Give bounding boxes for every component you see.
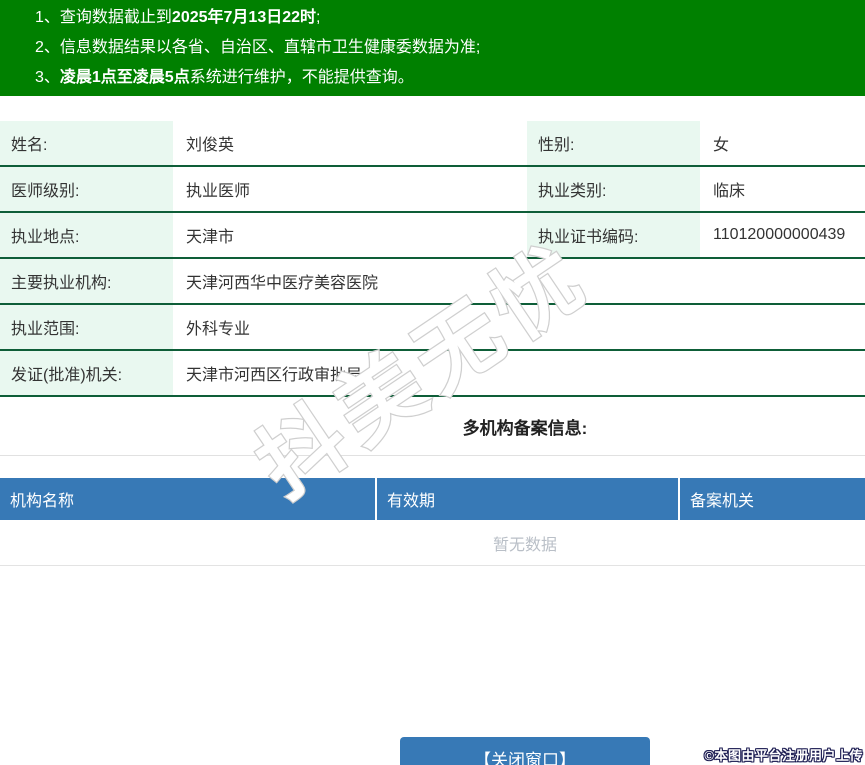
- location-value: 天津市: [186, 229, 235, 246]
- authority-label: 发证(批准)机关:: [0, 351, 173, 395]
- notice-1-text: 查询数据截止到: [59, 9, 172, 26]
- notice-3-num: 3、: [35, 69, 60, 86]
- close-window-button[interactable]: 【关闭窗口】: [400, 737, 650, 765]
- platform-stamp: ©本图由平台注册用户上传: [704, 748, 863, 763]
- table-row-level-category: 医师级别: 执业医师 执业类别: 临床: [0, 167, 865, 213]
- gender-value: 女: [713, 137, 730, 154]
- authority-value: 天津市河西区行政审批局: [186, 367, 363, 384]
- query-result-page: 1、查询数据截止到2025年7月13日22时; 2、信息数据结果以各省、自治区、…: [0, 0, 865, 765]
- cert-no-label: 执业证书编码:: [527, 213, 700, 257]
- scope-label: 执业范围:: [0, 305, 173, 349]
- table-row-name-gender: 姓名: 刘俊英 性别: 女: [0, 121, 865, 167]
- column-header-validity: 有效期: [375, 478, 678, 520]
- multi-org-heading: 多机构备案信息:: [0, 397, 865, 456]
- name-value: 刘俊英: [186, 137, 235, 154]
- gender-label: 性别:: [527, 121, 700, 165]
- notice-line-1: 1、查询数据截止到2025年7月13日22时;: [35, 3, 865, 33]
- notice-banner: 1、查询数据截止到2025年7月13日22时; 2、信息数据结果以各省、自治区、…: [0, 0, 865, 96]
- cert-no-value: 110120000000439: [713, 226, 846, 243]
- notice-1-num: 1、: [35, 9, 60, 26]
- notice-3-text: 系统进行维护，不能提供查询。: [189, 69, 414, 86]
- notice-3-bold: 凌晨1点至凌晨5点: [59, 69, 190, 86]
- notice-line-2: 2、信息数据结果以各省、自治区、直辖市卫生健康委数据为准;: [35, 33, 865, 63]
- notice-1-end: ;: [316, 9, 321, 26]
- notice-2-num: 2、: [35, 39, 60, 56]
- category-value: 临床: [713, 183, 746, 200]
- category-label: 执业类别:: [527, 167, 700, 211]
- level-label: 医师级别:: [0, 167, 173, 211]
- main-org-label: 主要执业机构:: [0, 259, 173, 303]
- table-row-location-certno: 执业地点: 天津市 执业证书编码: 110120000000439: [0, 213, 865, 259]
- practitioner-info-table: 姓名: 刘俊英 性别: 女 医师级别: 执业医师 执业类别: 临床 执业地点: …: [0, 121, 865, 397]
- multi-org-table-header: 机构名称 有效期 备案机关: [0, 478, 865, 520]
- location-label: 执业地点:: [0, 213, 173, 257]
- scope-value: 外科专业: [186, 321, 251, 338]
- name-label: 姓名:: [0, 121, 173, 165]
- notice-line-3: 3、凌晨1点至凌晨5点系统进行维护，不能提供查询。: [35, 63, 865, 93]
- multi-org-table: 机构名称 有效期 备案机关 暂无数据: [0, 478, 865, 566]
- column-header-filing-authority: 备案机关: [678, 478, 865, 520]
- table-row-main-org: 主要执业机构: 天津河西华中医疗美容医院: [0, 259, 865, 305]
- table-row-scope: 执业范围: 外科专业: [0, 305, 865, 351]
- notice-1-bold: 2025年7月13日22时: [171, 9, 317, 26]
- column-header-org-name: 机构名称: [10, 493, 75, 510]
- level-value: 执业医师: [186, 183, 251, 200]
- empty-data-placeholder: 暂无数据: [0, 520, 865, 566]
- table-row-authority: 发证(批准)机关: 天津市河西区行政审批局: [0, 351, 865, 397]
- main-org-value: 天津河西华中医疗美容医院: [186, 275, 379, 292]
- page-container: 1、查询数据截止到2025年7月13日22时; 2、信息数据结果以各省、自治区、…: [0, 0, 865, 566]
- notice-2-text: 信息数据结果以各省、自治区、直辖市卫生健康委数据为准;: [59, 39, 481, 56]
